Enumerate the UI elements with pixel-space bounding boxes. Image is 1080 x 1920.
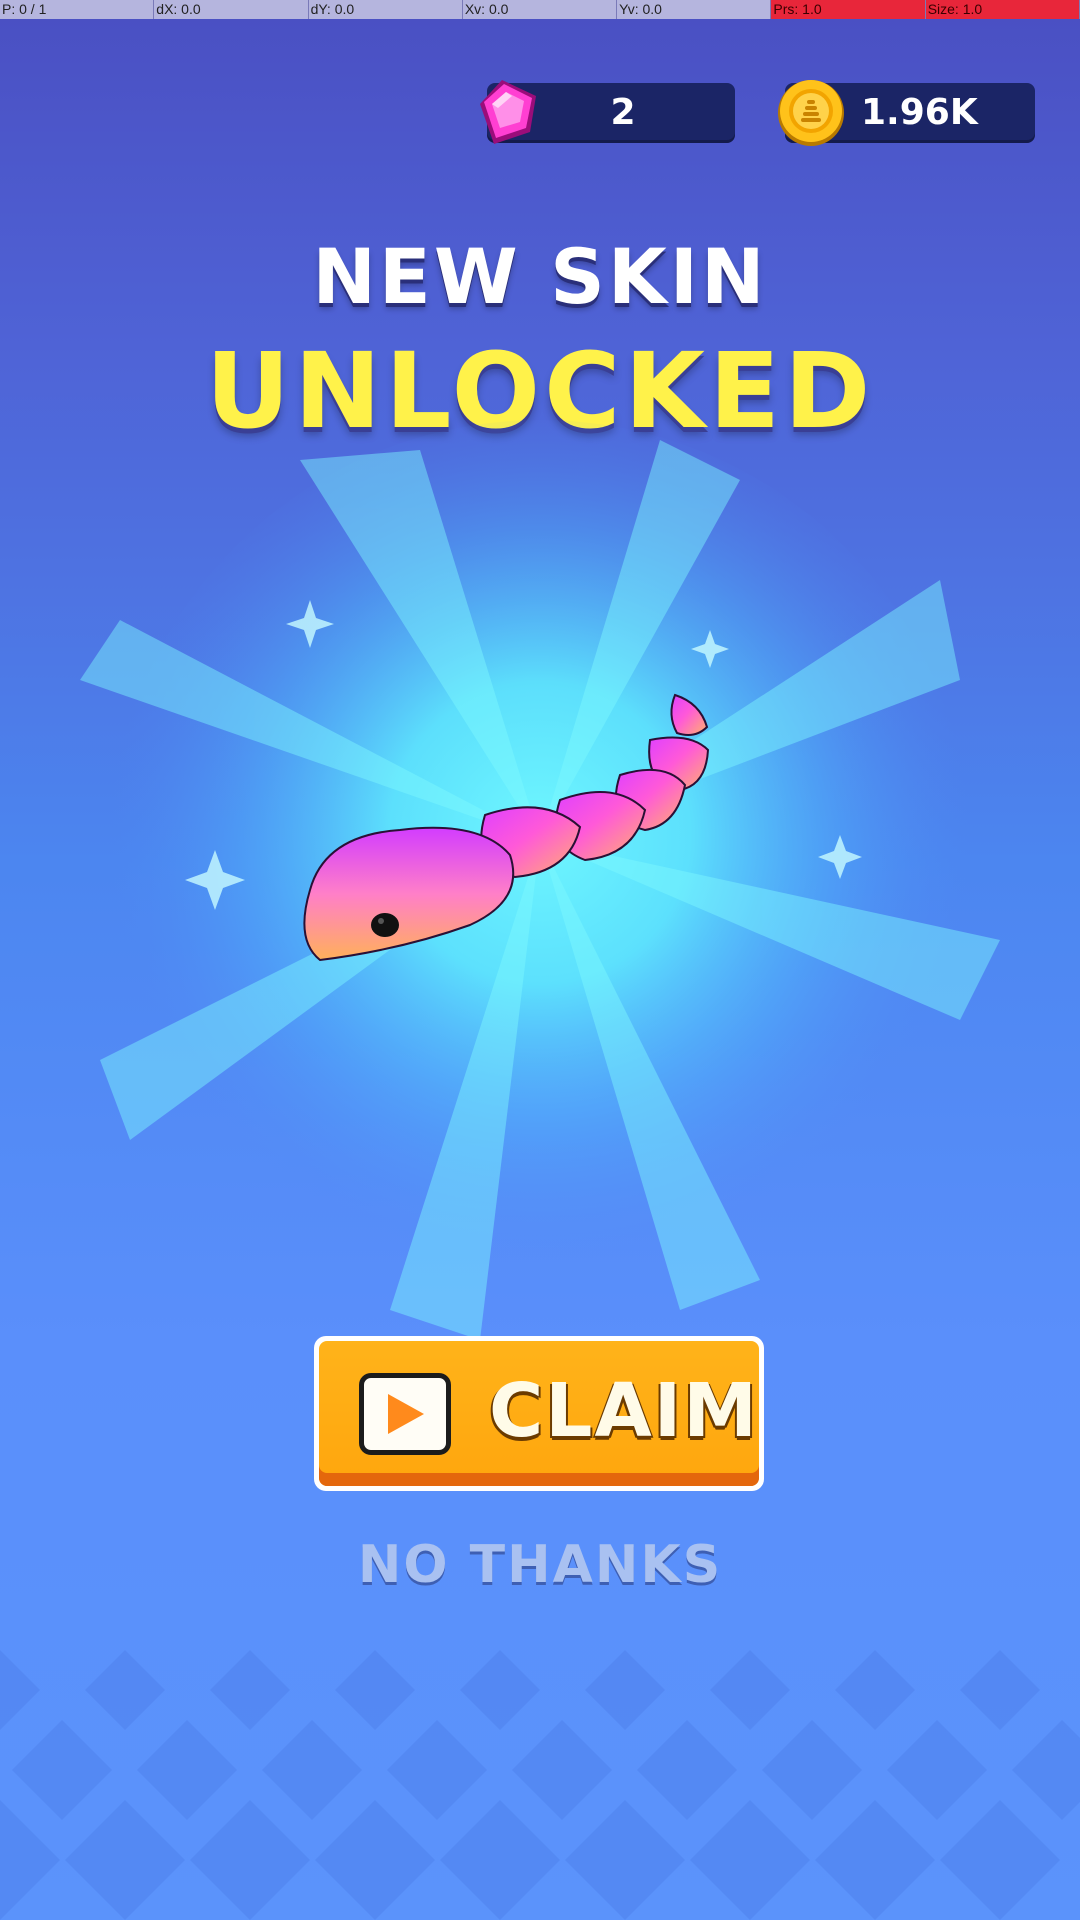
debug-pressure: Prs: 1.0: [771, 0, 926, 19]
debug-size: Size: 1.0: [925, 0, 1080, 19]
claim-button[interactable]: CLAIM: [314, 1336, 764, 1491]
debug-dy: dY: 0.0: [308, 0, 463, 19]
debug-pointer-count: P: 0 / 1: [0, 0, 155, 19]
reward-title: NEW SKIN: [312, 232, 768, 321]
gem-icon: [480, 80, 536, 144]
debug-yv: Yv: 0.0: [617, 0, 772, 19]
snake-skin-preview: [303, 693, 710, 962]
debug-dx: dX: 0.0: [154, 0, 309, 19]
coin-icon: [778, 80, 844, 146]
debug-xv: Xv: 0.0: [462, 0, 618, 19]
no-thanks-button[interactable]: NO THANKS: [0, 1535, 1080, 1595]
coins-value: 1.96K: [861, 92, 978, 133]
play-video-icon: [359, 1373, 451, 1455]
claim-label: CLAIM: [489, 1368, 759, 1454]
claim-button-face: CLAIM: [319, 1341, 759, 1486]
play-triangle-icon: [388, 1394, 424, 1434]
pointer-debug-overlay: P: 0 / 1 dX: 0.0 dY: 0.0 Xv: 0.0 Yv: 0.0…: [0, 0, 1080, 19]
diamond-pattern-decoration: [0, 1650, 1080, 1920]
